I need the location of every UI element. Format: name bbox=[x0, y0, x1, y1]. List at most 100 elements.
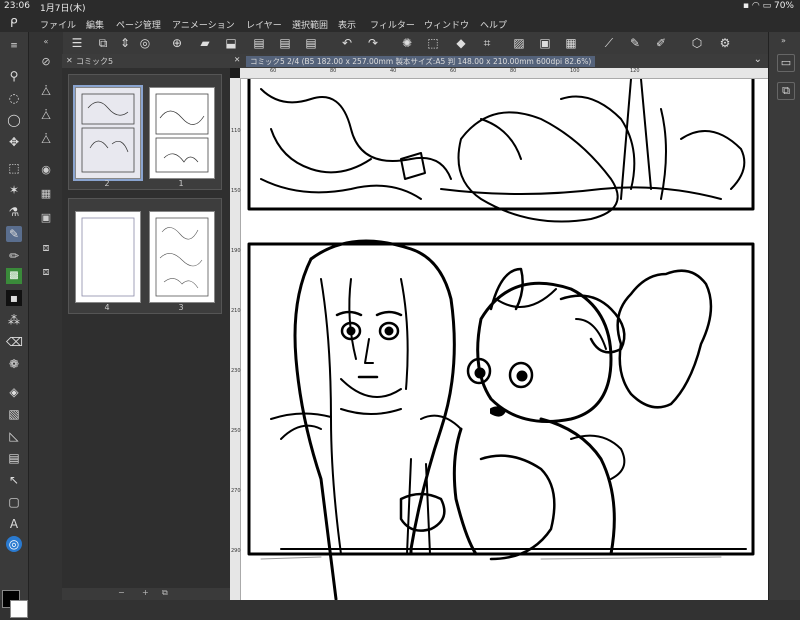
chevron-down-icon[interactable]: ⌄ bbox=[754, 54, 762, 65]
new-layer-icon[interactable]: ⧉ bbox=[96, 36, 110, 50]
drawing-canvas[interactable] bbox=[241, 79, 768, 600]
up-down-icon[interactable]: ⇕ bbox=[118, 36, 132, 50]
menu-window[interactable]: ウィンドウ bbox=[424, 18, 469, 31]
menu-filter[interactable]: フィルター bbox=[370, 18, 415, 31]
gear-icon[interactable]: ⚙ bbox=[718, 36, 732, 50]
toolbar-menu-icon[interactable]: ≡ bbox=[6, 38, 22, 54]
subtool-a-icon[interactable]: ⧊ bbox=[38, 84, 54, 100]
ruler-left: 110 150 190 210 230 250 270 290 bbox=[230, 78, 241, 600]
loading-icon[interactable]: ✺ bbox=[400, 36, 414, 50]
undo-icon[interactable]: ↶ bbox=[340, 36, 354, 50]
transform-icon[interactable]: ⬚ bbox=[426, 36, 440, 50]
menu-view[interactable]: 表示 bbox=[338, 18, 356, 31]
layer-stack-icon[interactable]: ⧈ bbox=[38, 240, 54, 256]
page-manager-panel: ✕ コミック5 2 1 4 3 − + ⧉ bbox=[62, 54, 230, 600]
collapse-icon[interactable]: « bbox=[38, 34, 54, 50]
new-canvas-icon[interactable]: ⊕ bbox=[170, 36, 184, 50]
eyedropper-icon[interactable]: ⚗ bbox=[6, 204, 22, 220]
close-doc-icon[interactable]: ✕ bbox=[234, 55, 240, 64]
decoration-icon[interactable]: ⁂ bbox=[6, 312, 22, 328]
pen-tool-icon[interactable]: ✎ bbox=[6, 226, 22, 242]
airbrush-icon[interactable]: ▪ bbox=[6, 290, 22, 306]
select-layer-icon[interactable]: ▦ bbox=[564, 36, 578, 50]
menu-file[interactable]: ファイル bbox=[40, 18, 76, 31]
magic-wand-icon[interactable]: ✶ bbox=[6, 182, 22, 198]
operation-icon[interactable]: ↖ bbox=[6, 472, 22, 488]
brush-icon[interactable]: ✎ bbox=[628, 36, 642, 50]
zoom-out-icon[interactable]: − bbox=[118, 588, 125, 597]
redo-icon[interactable]: ↷ bbox=[366, 36, 380, 50]
ruler-label: 60 bbox=[450, 68, 457, 74]
layer-stack2-icon[interactable]: ⧈ bbox=[38, 264, 54, 280]
page-thumb[interactable] bbox=[149, 211, 215, 303]
subtool-e-icon[interactable]: ▦ bbox=[38, 186, 54, 202]
crop-icon[interactable]: ⌗ bbox=[480, 36, 494, 50]
menu-selection[interactable]: 選択範囲 bbox=[292, 18, 328, 31]
invert-icon[interactable]: ▣ bbox=[538, 36, 552, 50]
ruler-label: 60 bbox=[270, 68, 277, 74]
page-panel-tab[interactable]: ✕ コミック5 bbox=[62, 54, 230, 68]
figure-tool-icon[interactable]: ◺ bbox=[6, 428, 22, 444]
save-icon[interactable]: ⬓ bbox=[224, 36, 238, 50]
page-number: 2 bbox=[104, 179, 110, 188]
command-bar: ☰ ⧉ ⇕ ◎ ⊕ ▰ ⬓ ▤ ▤ ▤ ↶ ↷ ✺ ⬚ ◆ ⌗ ▨ ▣ ▦ ⟋ … bbox=[62, 32, 768, 55]
fill-icon[interactable]: ◆ bbox=[454, 36, 468, 50]
brush-tool-icon[interactable]: ▩ bbox=[6, 268, 22, 284]
menu-help[interactable]: ヘルプ bbox=[480, 18, 507, 31]
pencil-tool-icon[interactable]: ✏ bbox=[6, 248, 22, 264]
layer-panel-icon[interactable]: ⧉ bbox=[777, 82, 795, 100]
ruler-label: 210 bbox=[231, 308, 241, 314]
gradient-icon[interactable]: ▧ bbox=[6, 406, 22, 422]
export3-icon[interactable]: ▤ bbox=[304, 36, 318, 50]
navigator-icon[interactable]: ⊘ bbox=[38, 54, 54, 70]
app-logo-icon[interactable]: ᑭ bbox=[10, 16, 18, 30]
document-tab[interactable]: ✕ コミック5 2/4 (B5 182.00 x 257.00mm 製本サイズ:… bbox=[230, 54, 768, 68]
page-thumb[interactable] bbox=[75, 211, 141, 303]
expand-icon[interactable]: » bbox=[781, 36, 786, 45]
tool-bar: ≡ ⚲ ◌ ◯ ✥ ⬚ ✶ ⚗ ✎ ✏ ▩ ▪ ⁂ ⌫ ❁ ◈ ▧ ◺ ▤ ↖ … bbox=[0, 32, 28, 618]
page-thumb[interactable] bbox=[149, 87, 215, 179]
open-folder-icon[interactable]: ▰ bbox=[198, 36, 212, 50]
export-icon[interactable]: ▤ bbox=[252, 36, 266, 50]
zoom-in-icon[interactable]: + bbox=[142, 588, 149, 597]
color-swatch[interactable] bbox=[2, 590, 28, 620]
deselect-icon[interactable]: ▨ bbox=[512, 36, 526, 50]
text-tool-icon[interactable]: A bbox=[6, 516, 22, 532]
ruler-label: 100 bbox=[570, 68, 580, 74]
menu-layer[interactable]: レイヤー bbox=[246, 18, 282, 31]
export2-icon[interactable]: ▤ bbox=[278, 36, 292, 50]
correction-icon[interactable]: ◎ bbox=[6, 536, 22, 552]
page-spread[interactable]: 2 1 bbox=[68, 74, 222, 190]
subtool-b-icon[interactable]: ⧊ bbox=[38, 108, 54, 124]
zoom-tool-icon[interactable]: ⚲ bbox=[6, 68, 22, 84]
subtool-f-icon[interactable]: ▣ bbox=[38, 210, 54, 226]
ruler-icon[interactable]: ⟋ bbox=[602, 36, 616, 50]
settings-icon[interactable]: ⬡ bbox=[690, 36, 704, 50]
status-right: ▪ ◠ ▭ 70% bbox=[742, 1, 794, 11]
page-settings-icon[interactable]: ⧉ bbox=[162, 588, 168, 598]
menu-edit[interactable]: 編集 bbox=[86, 18, 104, 31]
menu-list-icon[interactable]: ☰ bbox=[70, 36, 84, 50]
blend-icon[interactable]: ❁ bbox=[6, 356, 22, 372]
menu-animation[interactable]: アニメーション bbox=[172, 18, 235, 31]
sub-color[interactable] bbox=[10, 600, 28, 618]
rotate-tool-icon[interactable]: ◌ bbox=[6, 90, 22, 106]
close-icon[interactable]: ✕ bbox=[66, 56, 73, 65]
lasso-tool-icon[interactable]: ◯ bbox=[6, 112, 22, 128]
subtool-d-icon[interactable]: ◉ bbox=[38, 162, 54, 178]
pen-icon[interactable]: ✐ bbox=[654, 36, 668, 50]
frame-icon[interactable]: ▤ bbox=[6, 450, 22, 466]
page-spread[interactable]: 4 3 bbox=[68, 198, 222, 314]
menu-page-manage[interactable]: ページ管理 bbox=[116, 18, 161, 31]
spiral-icon[interactable]: ◎ bbox=[138, 36, 152, 50]
select-tool-icon[interactable]: ⬚ bbox=[6, 160, 22, 176]
move-tool-icon[interactable]: ✥ bbox=[6, 134, 22, 150]
subtool-c-icon[interactable]: ⧊ bbox=[38, 132, 54, 148]
rectangle-icon[interactable]: ▢ bbox=[6, 494, 22, 510]
page-thumb[interactable] bbox=[73, 85, 143, 181]
save-panel-icon[interactable]: ▭ bbox=[777, 54, 795, 72]
fill-tool-icon[interactable]: ◈ bbox=[6, 384, 22, 400]
page-number: 1 bbox=[178, 179, 184, 188]
eraser-icon[interactable]: ⌫ bbox=[6, 334, 23, 350]
ruler-label: 80 bbox=[510, 68, 517, 74]
